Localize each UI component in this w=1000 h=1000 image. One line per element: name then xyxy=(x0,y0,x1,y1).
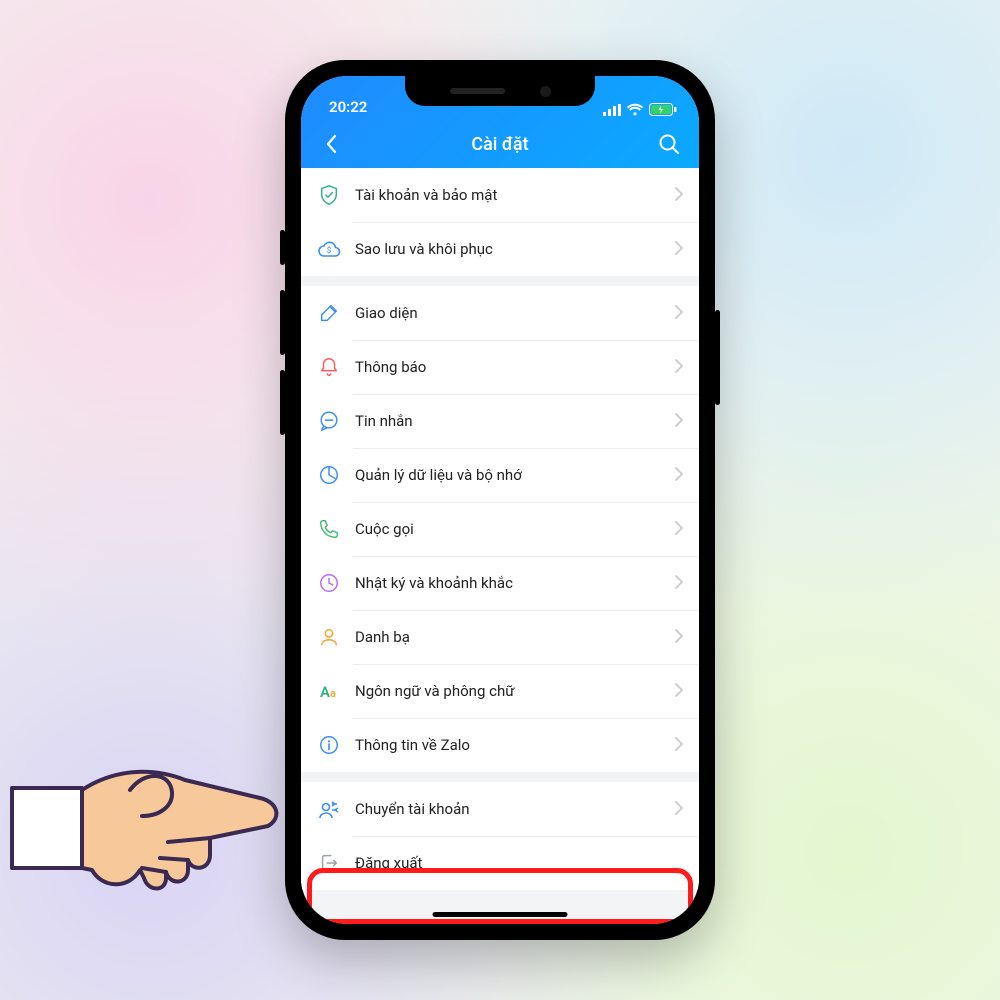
settings-row[interactable]: Quản lý dữ liệu và bộ nhớ xyxy=(301,448,699,502)
settings-row[interactable]: Giao diện xyxy=(301,286,699,340)
settings-group: Chuyển tài khoản Đăng xuất xyxy=(301,782,699,890)
home-indicator xyxy=(433,912,568,917)
svg-text:a: a xyxy=(330,687,336,700)
volume-down-button xyxy=(280,370,285,435)
battery-icon xyxy=(649,103,677,116)
chevron-right-icon xyxy=(675,358,683,377)
phone-frame: 20:22 Cài đặt Tài khoản và bảo mật $ Sao l… xyxy=(285,60,715,940)
chat-icon xyxy=(317,409,341,433)
front-camera xyxy=(540,86,551,97)
settings-row-label: Quản lý dữ liệu và bộ nhớ xyxy=(355,466,661,484)
side-button xyxy=(280,230,285,265)
settings-row-label: Giao diện xyxy=(355,304,661,322)
person-icon xyxy=(317,625,341,649)
settings-row[interactable]: Thông báo xyxy=(301,340,699,394)
speaker xyxy=(450,88,505,94)
pie-icon xyxy=(317,463,341,487)
settings-list[interactable]: Tài khoản và bảo mật $ Sao lưu và khôi phụ… xyxy=(301,168,699,890)
settings-group: Tài khoản và bảo mật $ Sao lưu và khôi phụ… xyxy=(301,168,699,276)
settings-row[interactable]: $ Sao lưu và khôi phục xyxy=(301,222,699,276)
cloud-icon: $ xyxy=(317,237,341,261)
logout-icon xyxy=(317,851,341,875)
settings-row[interactable]: Nhật ký và khoảnh khắc xyxy=(301,556,699,610)
chevron-right-icon xyxy=(675,520,683,539)
chevron-right-icon xyxy=(675,466,683,485)
power-button xyxy=(715,310,720,405)
settings-row-label: Tài khoản và bảo mật xyxy=(355,186,661,204)
search-button[interactable] xyxy=(655,130,683,158)
search-icon xyxy=(658,133,680,155)
settings-row-label: Chuyển tài khoản xyxy=(355,800,661,818)
page-title: Cài đặt xyxy=(345,134,655,155)
settings-row[interactable]: Danh bạ xyxy=(301,610,699,664)
settings-row[interactable]: Aa Ngôn ngữ và phông chữ xyxy=(301,664,699,718)
svg-text:A: A xyxy=(320,683,330,701)
chevron-left-icon xyxy=(325,134,337,154)
settings-row[interactable]: Chuyển tài khoản xyxy=(301,782,699,836)
settings-row-label: Danh bạ xyxy=(355,628,661,646)
chevron-right-icon xyxy=(675,186,683,205)
chevron-right-icon xyxy=(675,240,683,259)
switch-icon xyxy=(317,797,341,821)
aa-icon: Aa xyxy=(317,679,341,703)
wifi-icon xyxy=(626,103,644,116)
settings-row[interactable]: Tài khoản và bảo mật xyxy=(301,168,699,222)
settings-group: Giao diện Thông báo Tin nhắn Quản lý dữ liệ… xyxy=(301,286,699,772)
phone-screen: 20:22 Cài đặt Tài khoản và bảo mật $ Sao l… xyxy=(301,76,699,924)
settings-row-label: Nhật ký và khoảnh khắc xyxy=(355,574,661,592)
settings-row[interactable]: Cuộc gọi xyxy=(301,502,699,556)
pointing-hand-illustration xyxy=(10,720,310,920)
settings-row-label: Thông tin về Zalo xyxy=(355,736,661,754)
settings-row-label: Cuộc gọi xyxy=(355,520,661,538)
settings-row[interactable]: Tin nhắn xyxy=(301,394,699,448)
status-indicators xyxy=(603,103,677,116)
settings-row-label: Thông báo xyxy=(355,358,661,376)
nav-bar: Cài đặt xyxy=(301,120,699,168)
back-button[interactable] xyxy=(317,130,345,158)
chevron-right-icon xyxy=(675,628,683,647)
settings-row-label: Tin nhắn xyxy=(355,412,661,430)
settings-row-label: Ngôn ngữ và phông chữ xyxy=(355,682,661,700)
chevron-right-icon xyxy=(675,682,683,701)
settings-row[interactable]: Thông tin về Zalo xyxy=(301,718,699,772)
chevron-right-icon xyxy=(675,412,683,431)
bell-icon xyxy=(317,355,341,379)
clock-icon xyxy=(317,571,341,595)
status-time: 20:22 xyxy=(329,98,367,116)
signal-icon xyxy=(603,104,621,116)
settings-row-label: Sao lưu và khôi phục xyxy=(355,240,661,258)
info-icon xyxy=(317,733,341,757)
shield-icon xyxy=(317,183,341,207)
chevron-right-icon xyxy=(675,736,683,755)
settings-row[interactable]: Đăng xuất xyxy=(301,836,699,890)
chevron-right-icon xyxy=(675,800,683,819)
volume-up-button xyxy=(280,290,285,355)
chevron-right-icon xyxy=(675,574,683,593)
svg-text:$: $ xyxy=(327,246,332,255)
phone-icon xyxy=(317,517,341,541)
settings-row-label: Đăng xuất xyxy=(355,854,683,872)
brush-icon xyxy=(317,301,341,325)
phone-notch xyxy=(405,76,595,106)
chevron-right-icon xyxy=(675,304,683,323)
